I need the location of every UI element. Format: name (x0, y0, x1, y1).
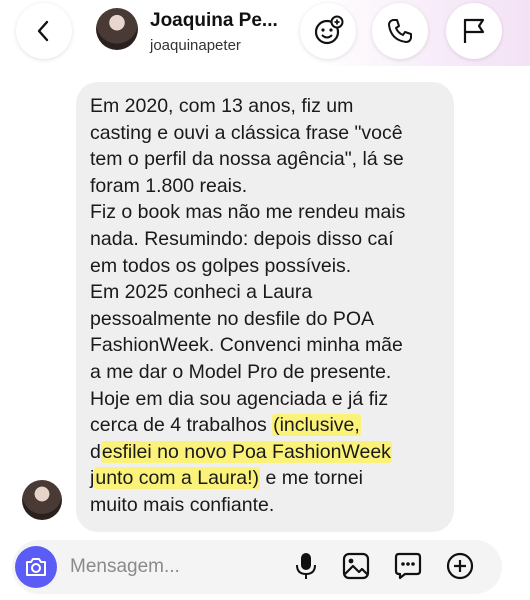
message-input[interactable]: Mensagem... (70, 556, 180, 578)
more-options-button[interactable] (443, 549, 477, 583)
back-chevron-icon (37, 20, 49, 42)
message-text-plain: d (90, 440, 101, 463)
message-line: Fiz o book mas não me rendeu mais (90, 201, 406, 224)
message-line: foram 1.800 reais. (90, 174, 248, 197)
message-line: Em 2020, com 13 anos, fiz um (90, 95, 354, 117)
message-line: desfilei no novo Poa FashionWeek (90, 439, 450, 466)
contact-username[interactable]: joaquinapeter (150, 37, 241, 54)
add-emoji-button[interactable] (300, 3, 356, 59)
sticker-icon (394, 552, 422, 580)
message-line: em todos os golpes possíveis. (90, 254, 352, 277)
camera-button[interactable] (15, 546, 57, 588)
plus-icon (446, 552, 474, 580)
message-text-plain: e me tornei (260, 467, 363, 490)
message-line: Hoje em dia sou agenciada e já fiz (90, 387, 389, 410)
voice-message-button[interactable] (289, 549, 323, 583)
add-emoji-icon (314, 15, 344, 45)
highlighted-text: unto com a Laura!) (94, 467, 261, 490)
message-line: FashionWeek. Convenci minha mãe (90, 334, 403, 357)
message-line: Em 2025 conheci a Laura (90, 281, 313, 304)
message-line: muito mais confiante. (90, 493, 275, 516)
message-text-plain: cerca de 4 trabalhos (90, 414, 273, 437)
flag-icon (463, 18, 485, 43)
message-line: nada. Resumindo: depois disso caí (90, 227, 394, 250)
camera-icon (26, 558, 46, 576)
message-line: a me dar o Model Pro de presente. (90, 360, 392, 383)
report-flag-button[interactable] (446, 3, 502, 59)
header-avatar[interactable] (96, 8, 138, 50)
sticker-button[interactable] (391, 549, 425, 583)
audio-call-button[interactable] (372, 3, 428, 59)
sender-avatar[interactable] (22, 480, 62, 520)
contact-name[interactable]: Joaquina Pe... (150, 10, 278, 32)
message-line: junto com a Laura!) e me tornei (90, 465, 450, 492)
highlighted-text: (inclusive, (272, 414, 361, 437)
message-line: casting e ouvi a clássica frase "você (90, 121, 403, 144)
message-line: pessoalmente no desfile do POA (90, 307, 375, 330)
message-line: tem o perfil da nossa agência", lá se (90, 148, 404, 171)
phone-icon (388, 19, 412, 43)
highlighted-text: esfilei no novo Poa FashionWeek (100, 440, 392, 463)
gallery-button[interactable] (339, 549, 373, 583)
microphone-icon (296, 553, 316, 579)
gallery-icon (342, 552, 370, 580)
message-text: Em 2020, com 13 anos, fiz um casting e o… (90, 93, 450, 519)
back-button[interactable] (16, 3, 72, 59)
message-line: cerca de 4 trabalhos (inclusive, (90, 412, 450, 439)
